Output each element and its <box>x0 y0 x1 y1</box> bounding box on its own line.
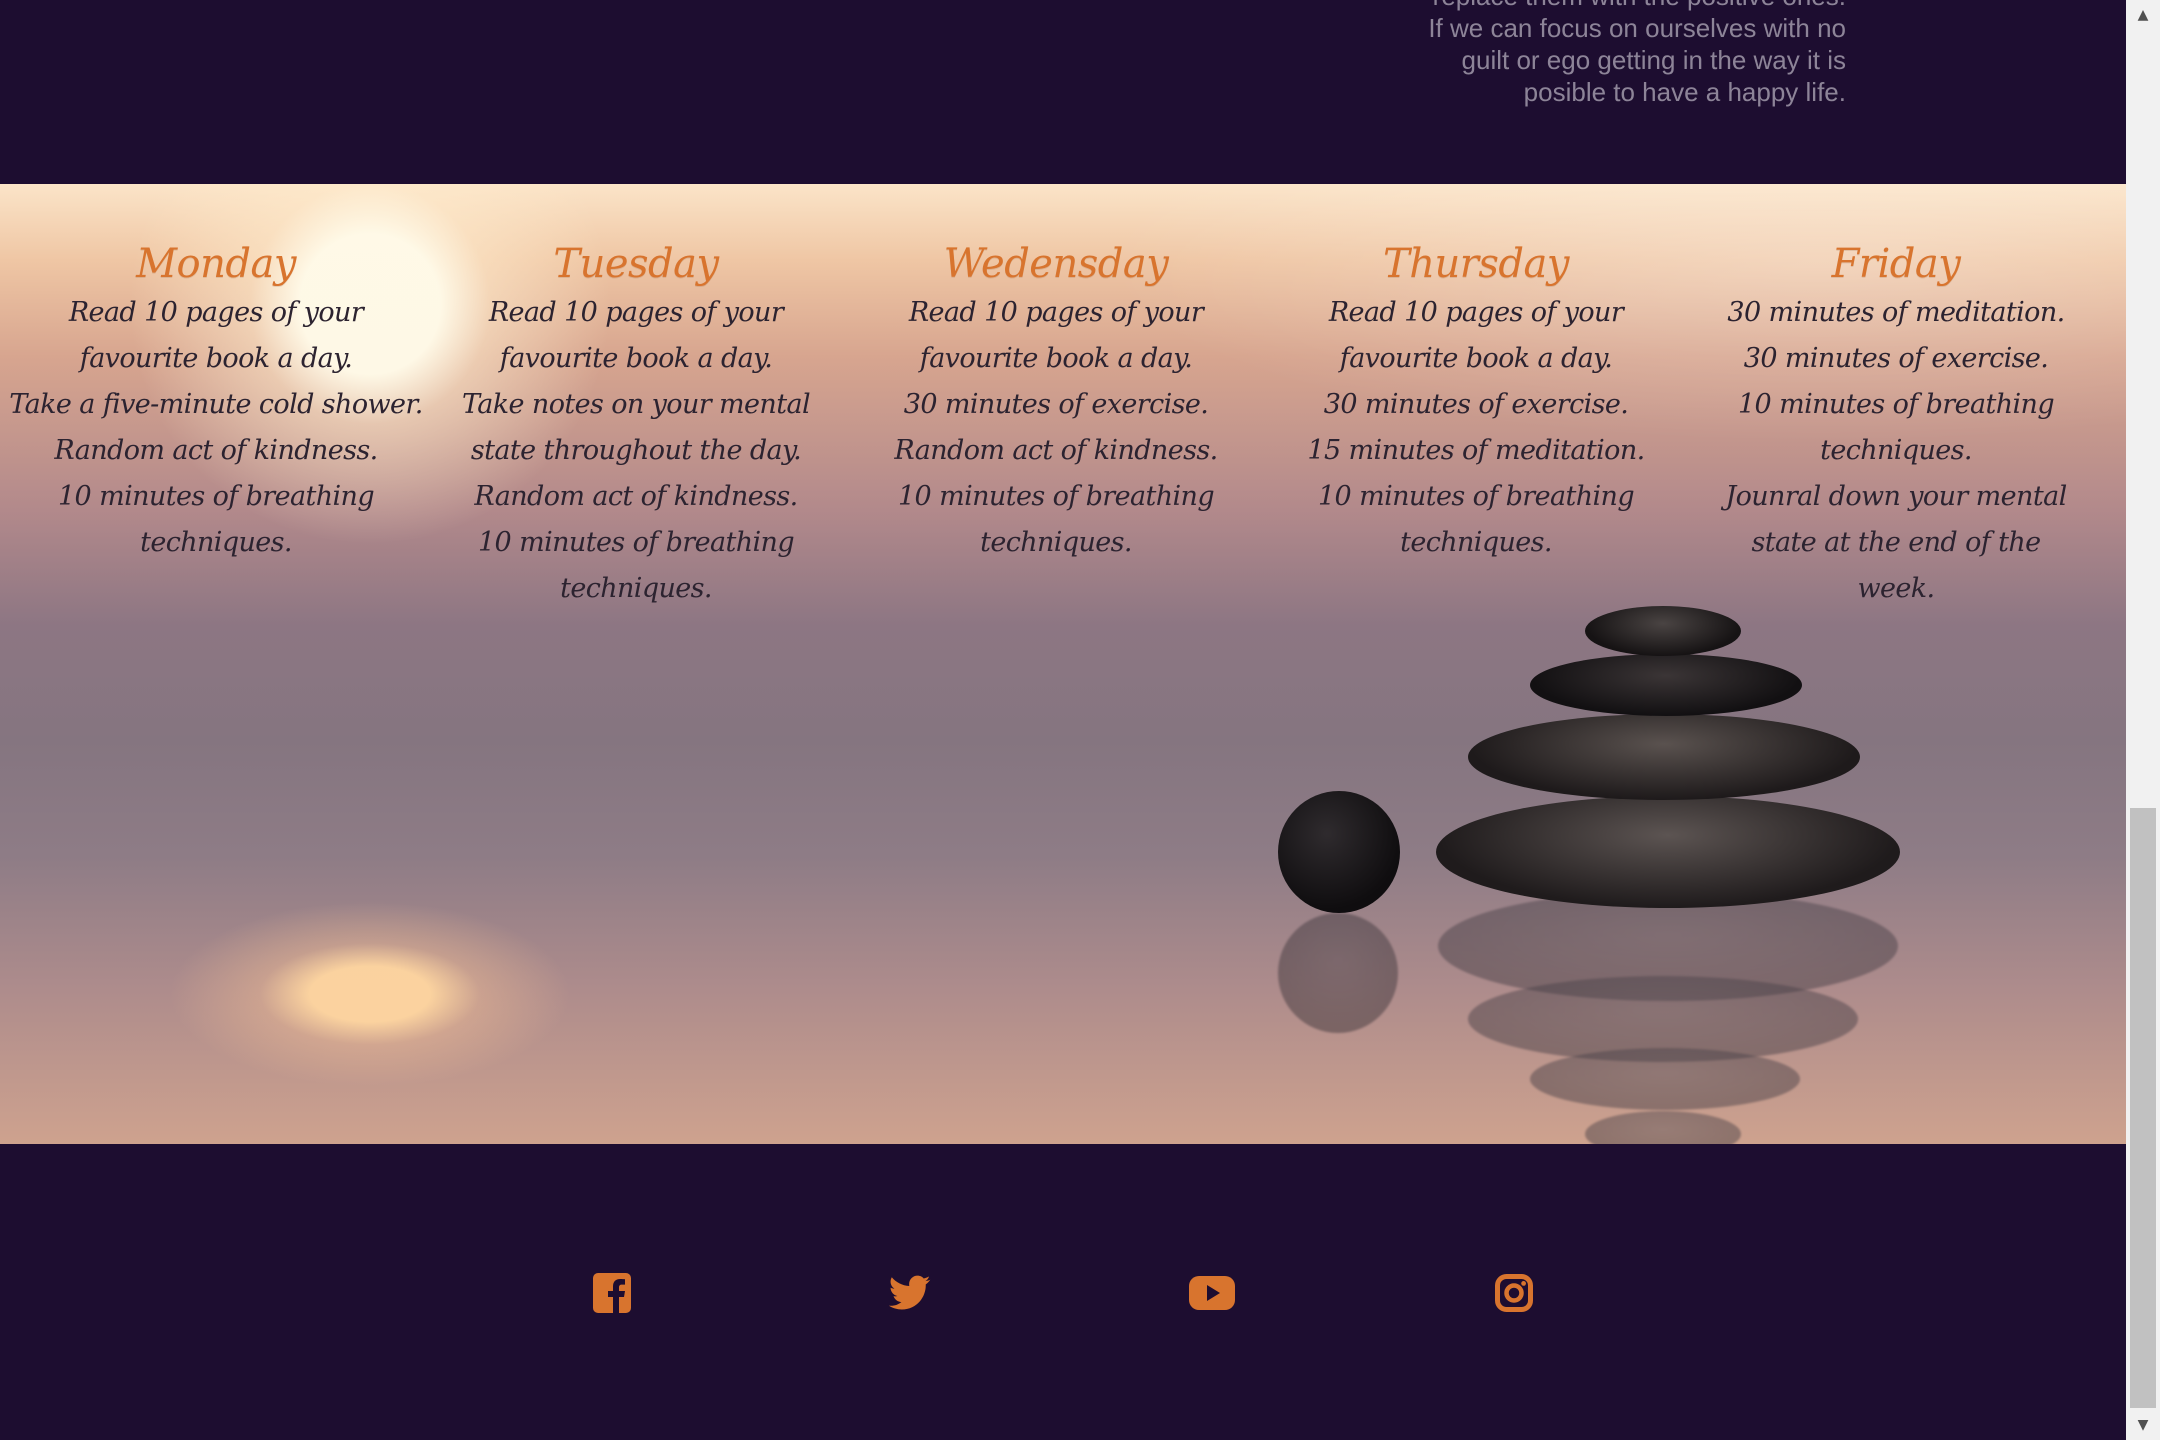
scrollbar-thumb[interactable] <box>2130 808 2156 1408</box>
task-item: Random act of kindness. <box>894 435 1218 466</box>
task-item: Read 10 pages of your favourite book a d… <box>908 297 1204 374</box>
youtube-icon <box>1189 1276 1235 1310</box>
task-item: 30 minutes of meditation. <box>1727 297 2065 328</box>
task-item: 10 minutes of breathing techniques. <box>477 527 795 604</box>
twitter-icon <box>889 1275 931 1310</box>
instagram-link[interactable] <box>1492 1271 1536 1315</box>
footer <box>0 1144 2126 1440</box>
facebook-link[interactable] <box>590 1271 634 1315</box>
intro-line: guilt or ego getting in the way it is <box>1461 45 1846 75</box>
task-item: Read 10 pages of your favourite book a d… <box>488 297 784 374</box>
day-title: Tuesday <box>553 241 719 287</box>
day-card-wednesday: Wedensday Read 10 pages of your favourit… <box>846 238 1266 566</box>
day-title: Friday <box>1831 241 1961 287</box>
day-card-friday: Friday 30 minutes of meditation. 30 minu… <box>1686 238 2106 612</box>
task-item: Random act of kindness. <box>474 481 798 512</box>
task-item: Take a five-minute cold shower. <box>9 389 423 420</box>
task-item: 30 minutes of exercise. <box>1743 343 2049 374</box>
twitter-link[interactable] <box>888 1271 932 1315</box>
task-item: 30 minutes of exercise. <box>903 389 1209 420</box>
intro-line: replace them with the positive ones. <box>1286 0 1846 12</box>
youtube-link[interactable] <box>1188 1271 1236 1315</box>
instagram-icon <box>1495 1274 1533 1312</box>
day-title: Wedensday <box>943 241 1169 287</box>
task-item: Read 10 pages of your favourite book a d… <box>1328 297 1624 374</box>
task-item: 10 minutes of breathing techniques. <box>1737 389 2055 466</box>
day-card-tuesday: Tuesday Read 10 pages of your favourite … <box>426 238 846 612</box>
task-item: 30 minutes of exercise. <box>1323 389 1629 420</box>
intro-section: replace them with the positive ones. If … <box>0 0 2126 184</box>
task-item: 10 minutes of breathing techniques. <box>897 481 1215 558</box>
facebook-icon <box>593 1273 631 1313</box>
task-item: Take notes on your mental state througho… <box>461 389 811 466</box>
day-card-thursday: Thursday Read 10 pages of your favourite… <box>1266 238 1686 566</box>
intro-line: posible to have a happy life. <box>1523 77 1846 107</box>
vertical-scrollbar[interactable]: ▲ ▼ <box>2126 0 2160 1440</box>
scroll-up-arrow-icon[interactable]: ▲ <box>2126 0 2160 30</box>
day-title: Monday <box>136 241 296 287</box>
weekly-schedule-section: Monday Read 10 pages of your favourite b… <box>0 184 2126 1144</box>
day-card-monday: Monday Read 10 pages of your favourite b… <box>6 238 426 566</box>
scroll-down-arrow-icon[interactable]: ▼ <box>2126 1410 2160 1440</box>
intro-line: If we can focus on ourselves with no <box>1428 13 1846 43</box>
task-item: 10 minutes of breathing techniques. <box>57 481 375 558</box>
task-item: Read 10 pages of your favourite book a d… <box>68 297 364 374</box>
task-item: Jounral down your mental state at the en… <box>1725 481 2067 604</box>
task-item: Random act of kindness. <box>54 435 378 466</box>
page: replace them with the positive ones. If … <box>0 0 2126 1440</box>
intro-paragraph: replace them with the positive ones. If … <box>1286 0 1846 108</box>
day-title: Thursday <box>1383 241 1569 287</box>
days-row: Monday Read 10 pages of your favourite b… <box>0 238 2100 638</box>
task-item: 10 minutes of breathing techniques. <box>1317 481 1635 558</box>
task-item: 15 minutes of meditation. <box>1307 435 1645 466</box>
